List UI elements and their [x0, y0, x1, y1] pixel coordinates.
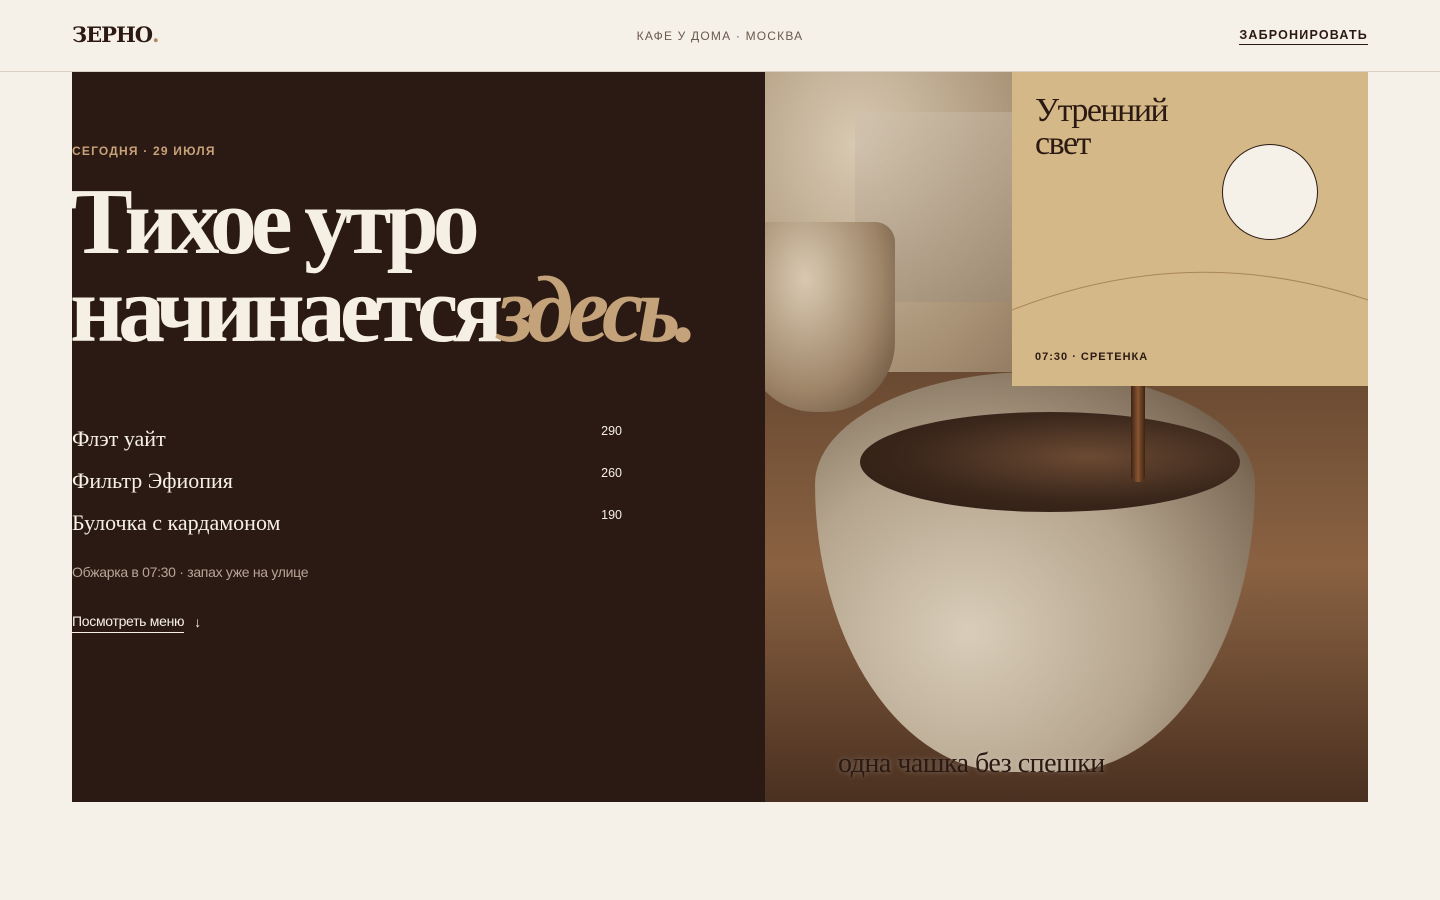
menu-item-name: Фильтр Эфиопия: [72, 468, 233, 493]
menu-item-name: Флэт уайт: [72, 426, 166, 451]
morning-card: Утренний свет 07:30 · СРЕТЕНКА: [1012, 72, 1368, 386]
menu-item-price: 290: [601, 424, 622, 438]
arrow-down-icon: ↓: [194, 614, 201, 630]
site-header: ЗЕРНО. КАФЕ У ДОМА · МОСКВА ЗАБРОНИРОВАТ…: [0, 0, 1440, 72]
headline-line-2: начинается: [70, 258, 503, 362]
sun-circle-icon: [1222, 144, 1318, 240]
headline: Тихое утро начинаетсяздесь.: [70, 175, 698, 357]
photo-pour-stream: [1131, 372, 1145, 482]
date-label: СЕГОДНЯ · 29 ИЮЛЯ: [72, 144, 216, 158]
menu-item-price: 260: [601, 466, 622, 480]
horizon-arc-icon: [1012, 271, 1368, 311]
photo-bowl: [765, 222, 895, 412]
menu-list: Флэт уайт 290 Фильтр Эфиопия 260 Булочка…: [72, 422, 622, 548]
menu-item: Булочка с кардамоном 190: [72, 506, 622, 548]
view-menu-link[interactable]: Посмотреть меню ↓: [72, 613, 201, 633]
view-menu-label: Посмотреть меню: [72, 613, 185, 633]
card-meta: 07:30 · СРЕТЕНКА: [1035, 351, 1149, 363]
card-title-line-2: свет: [1035, 125, 1091, 162]
headline-accent: здесь.: [497, 258, 698, 362]
book-button[interactable]: ЗАБРОНИРОВАТЬ: [1239, 28, 1368, 45]
card-title-line-1: Утренний: [1035, 92, 1169, 129]
photo-caption: одна чашка без спешки: [838, 748, 1105, 779]
tagline: КАФЕ У ДОМА · МОСКВА: [636, 29, 804, 43]
menu-item: Флэт уайт 290: [72, 422, 622, 464]
menu-item-name: Булочка с кардамоном: [72, 510, 281, 535]
hero-panel: СЕГОДНЯ · 29 ИЮЛЯ Тихое утро начинаетсяз…: [70, 72, 765, 802]
menu-item-price: 190: [601, 508, 622, 522]
photo-coffee: [860, 412, 1240, 512]
menu-item: Фильтр Эфиопия 260: [72, 464, 622, 506]
card-title: Утренний свет: [1035, 92, 1169, 162]
roast-note: Обжарка в 07:30 · запах уже на улице: [72, 564, 309, 580]
